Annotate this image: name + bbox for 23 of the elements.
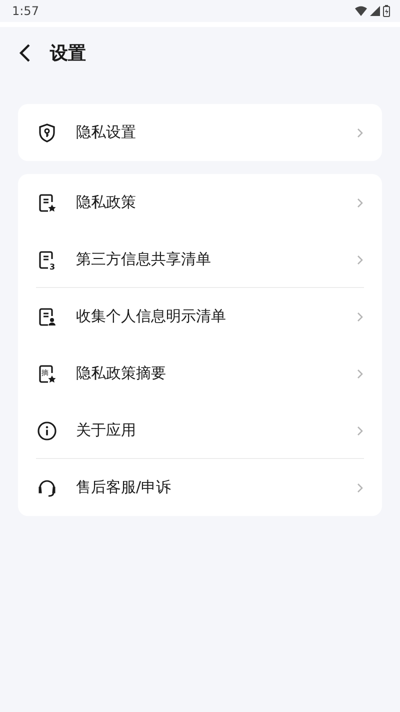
menu-item[interactable]: 第三方信息共享清单 bbox=[76, 250, 338, 269]
menu-item[interactable]: 隐私政策摘要 bbox=[76, 364, 338, 383]
chevron-icon bbox=[356, 368, 364, 380]
document-star-icon bbox=[36, 192, 58, 214]
menu-item[interactable]: 关于应用 bbox=[76, 421, 338, 440]
info-icon bbox=[36, 420, 58, 442]
chevron-icon bbox=[356, 126, 364, 138]
status-time: 1:57 bbox=[12, 4, 39, 18]
menu-item[interactable]: 隐私政策 bbox=[76, 193, 338, 212]
chevron-icon bbox=[356, 310, 364, 322]
page-title: 设置 bbox=[50, 42, 86, 65]
document-person-icon bbox=[36, 306, 58, 328]
battery-icon bbox=[383, 5, 390, 17]
menu-item[interactable]: 收集个人信息明示清单 bbox=[76, 307, 338, 326]
menu-item[interactable]: 售后客服/申诉 bbox=[76, 478, 338, 497]
chevron-icon bbox=[356, 482, 364, 494]
signal-icon bbox=[370, 6, 380, 16]
shield-key-icon bbox=[36, 122, 58, 144]
wifi-icon bbox=[355, 6, 367, 16]
chevron-icon bbox=[356, 424, 364, 436]
chevron-icon bbox=[356, 254, 364, 266]
menu-item[interactable]: 隐私设置 bbox=[76, 123, 338, 142]
chevron-icon bbox=[356, 196, 364, 208]
